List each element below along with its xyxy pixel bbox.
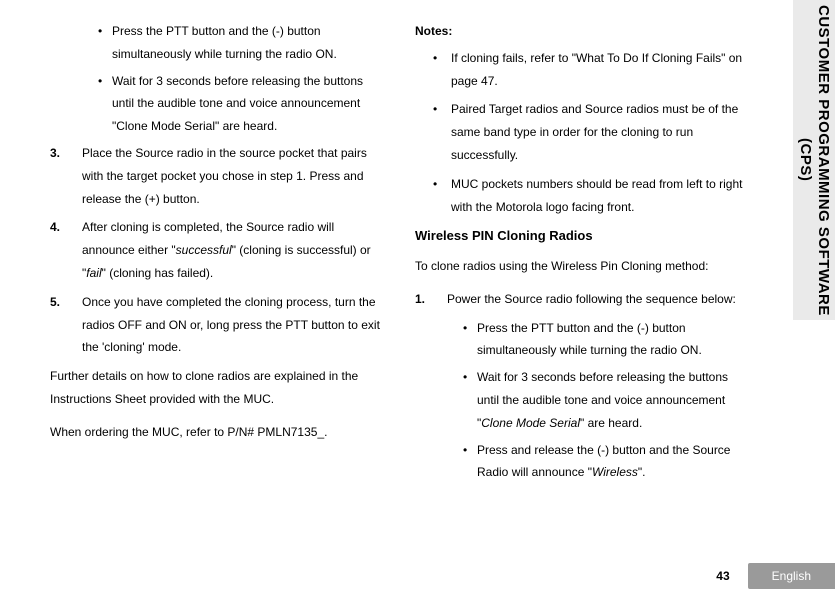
step-number: 3.	[50, 142, 82, 210]
numbered-item: 3. Place the Source radio in the source …	[50, 142, 385, 210]
bullet-item: • Press the PTT button and the (-) butto…	[98, 20, 385, 66]
step-text: Once you have completed the cloning proc…	[82, 291, 385, 359]
step-text: After cloning is completed, the Source r…	[82, 216, 385, 284]
paragraph: When ordering the MUC, refer to P/N# PML…	[50, 421, 385, 444]
section-tab-label: CUSTOMER PROGRAMMING SOFTWARE (CPS)	[796, 0, 832, 320]
paragraph: To clone radios using the Wireless Pin C…	[415, 255, 750, 278]
numbered-item: 5. Once you have completed the cloning p…	[50, 291, 385, 359]
step-number: 5.	[50, 291, 82, 359]
bullet-dot: •	[463, 439, 477, 485]
bullet-dot: •	[433, 47, 451, 93]
paragraph: Further details on how to clone radios a…	[50, 365, 385, 411]
note-item: • If cloning fails, refer to "What To Do…	[415, 47, 750, 93]
bullet-text: Press the PTT button and the (-) button …	[112, 20, 385, 66]
bullet-item: • Press and release the (-) button and t…	[463, 439, 750, 485]
bullet-text: Press and release the (-) button and the…	[477, 439, 750, 485]
bullet-dot: •	[98, 20, 112, 66]
note-item: • MUC pockets numbers should be read fro…	[415, 173, 750, 219]
note-text: MUC pockets numbers should be read from …	[451, 173, 750, 219]
bullet-dot: •	[433, 98, 451, 166]
notes-heading: Notes:	[415, 20, 750, 43]
left-column: • Press the PTT button and the (-) butto…	[50, 20, 405, 601]
bullet-dot: •	[98, 70, 112, 138]
section-heading: Wireless PIN Cloning Radios	[415, 224, 750, 249]
section-tab: CUSTOMER PROGRAMMING SOFTWARE (CPS)	[793, 0, 835, 320]
footer: 43 English	[716, 563, 835, 589]
language-tab: English	[748, 563, 835, 589]
step-text: Power the Source radio following the seq…	[447, 288, 750, 311]
bullet-item: • Press the PTT button and the (-) butto…	[463, 317, 750, 363]
note-text: Paired Target radios and Source radios m…	[451, 98, 750, 166]
page-number: 43	[716, 569, 729, 583]
bullet-text: Wait for 3 seconds before releasing the …	[112, 70, 385, 138]
note-text: If cloning fails, refer to "What To Do I…	[451, 47, 750, 93]
bullet-text: Wait for 3 seconds before releasing the …	[477, 366, 750, 434]
bullet-dot: •	[433, 173, 451, 219]
numbered-item: 1. Power the Source radio following the …	[415, 288, 750, 311]
step-text: Place the Source radio in the source poc…	[82, 142, 385, 210]
bullet-dot: •	[463, 317, 477, 363]
bullet-text: Press the PTT button and the (-) button …	[477, 317, 750, 363]
step-number: 1.	[415, 288, 447, 311]
numbered-item: 4. After cloning is completed, the Sourc…	[50, 216, 385, 284]
bullet-item: • Wait for 3 seconds before releasing th…	[463, 366, 750, 434]
bullet-dot: •	[463, 366, 477, 434]
note-item: • Paired Target radios and Source radios…	[415, 98, 750, 166]
right-column: Notes: • If cloning fails, refer to "Wha…	[405, 20, 760, 601]
sidebar: CUSTOMER PROGRAMMING SOFTWARE (CPS)	[780, 0, 835, 601]
bullet-item: • Wait for 3 seconds before releasing th…	[98, 70, 385, 138]
step-number: 4.	[50, 216, 82, 284]
